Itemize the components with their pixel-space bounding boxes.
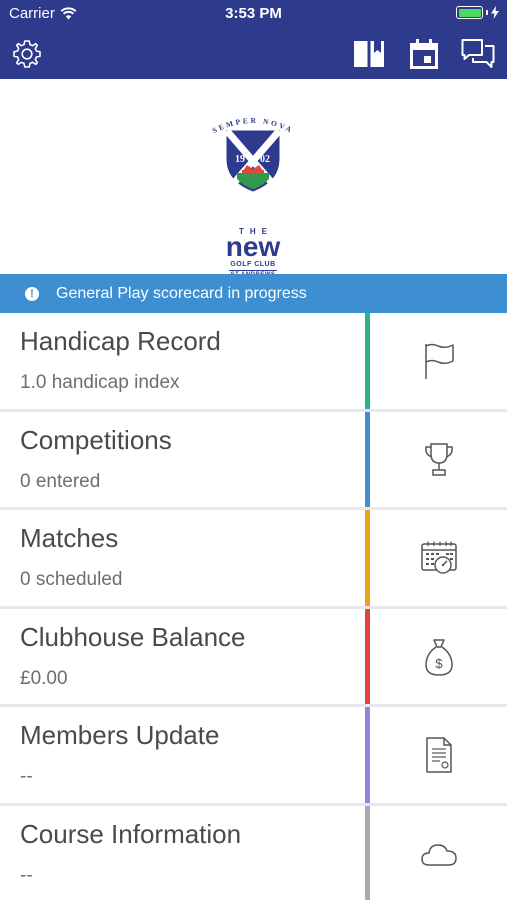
svg-text:19: 19 (235, 154, 245, 165)
banner-text: General Play scorecard in progress (56, 284, 307, 302)
menu-item-title: Clubhouse Balance (20, 621, 246, 652)
menu-item-accent (365, 510, 370, 606)
menu-item-subtitle: 0 entered (20, 470, 101, 492)
calendar-clock-icon (415, 534, 463, 582)
menu-item-subtitle: 1.0 handicap index (20, 372, 180, 393)
document-icon (415, 731, 463, 779)
club-logo: SEMPER NOVA 19 02 THE new GOLF CLUB ST A… (203, 113, 303, 278)
menu-item-accent (365, 608, 370, 704)
calendar-button[interactable] (407, 37, 441, 71)
battery-indicator (456, 6, 499, 19)
battery-icon (456, 6, 483, 19)
menu-item-matches[interactable]: Matches 0 scheduled (0, 510, 507, 609)
menu-item-title: Handicap Record (20, 326, 221, 356)
book-button[interactable] (352, 37, 386, 71)
book-icon (354, 41, 384, 67)
calendar-icon (410, 39, 438, 69)
menu-item-subtitle: £0.00 (20, 667, 68, 689)
menu-item-title: Competitions (20, 424, 172, 455)
menu-item-handicap-record[interactable]: Handicap Record 1.0 handicap index (0, 313, 507, 412)
menu-item-clubhouse-balance[interactable]: Clubhouse Balance £0.00 $ (0, 608, 507, 707)
menu-item-title: Course Information (20, 818, 242, 849)
menu-item-title: Members Update (20, 720, 220, 750)
club-header: SEMPER NOVA 19 02 THE new GOLF CLUB ST A… (0, 79, 507, 278)
logo-golf-club: GOLF CLUB (230, 261, 276, 268)
menu-item-subtitle: -- (20, 864, 33, 886)
status-time: 3:53 PM (225, 5, 282, 22)
nav-bar (0, 28, 507, 79)
menu-item-competitions[interactable]: Competitions 0 entered (0, 411, 507, 510)
crest-shield-icon: 19 02 (225, 129, 281, 193)
svg-text:$: $ (435, 656, 443, 671)
menu-item-accent (365, 707, 370, 803)
status-bar: Carrier 3:53 PM (0, 0, 507, 28)
messages-button[interactable] (461, 37, 495, 71)
menu-item-title: Matches (20, 523, 119, 553)
menu-item-course-information[interactable]: Course Information -- (0, 805, 507, 900)
gear-icon (13, 40, 41, 68)
chat-icon (461, 39, 495, 68)
cloud-icon (415, 830, 463, 878)
menu-item-accent (365, 411, 370, 507)
flag-icon (415, 337, 463, 385)
menu-item-subtitle: -- (20, 766, 33, 787)
dashboard-menu: Handicap Record 1.0 handicap index Compe… (0, 313, 507, 900)
money-bag-icon: $ (415, 633, 463, 681)
menu-item-subtitle: 0 scheduled (20, 569, 123, 590)
charging-bolt-icon (491, 6, 499, 19)
trophy-icon (415, 436, 463, 484)
settings-button[interactable] (10, 37, 44, 71)
svg-text:02: 02 (260, 154, 270, 165)
menu-item-accent (365, 313, 370, 409)
menu-item-members-update[interactable]: Members Update -- (0, 707, 507, 806)
menu-item-accent (365, 805, 370, 900)
scorecard-progress-banner[interactable]: ! General Play scorecard in progress (0, 274, 507, 313)
alert-icon: ! (25, 286, 39, 301)
logo-name: new (225, 231, 281, 262)
